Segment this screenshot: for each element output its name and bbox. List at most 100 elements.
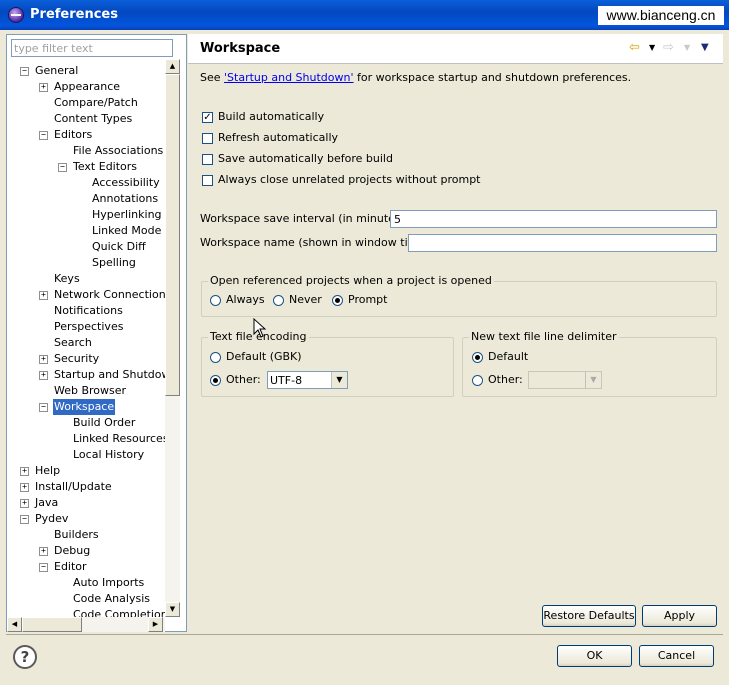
tree-item[interactable]: Builders <box>7 527 165 543</box>
open-referenced-option-label: Prompt <box>348 293 388 306</box>
tree-item[interactable]: Spelling <box>7 255 165 271</box>
expand-icon[interactable]: + <box>39 371 48 380</box>
encoding-combo[interactable]: UTF-8 ▼ <box>267 371 348 389</box>
tree-item[interactable]: − Pydev <box>7 511 165 527</box>
chevron-down-icon[interactable]: ▼ <box>585 372 601 388</box>
option-checkbox[interactable] <box>202 154 213 165</box>
ok-button[interactable]: OK <box>557 645 632 667</box>
tree-item[interactable]: + Security <box>7 351 165 367</box>
encoding-default-radio[interactable] <box>210 352 221 363</box>
save-interval-input[interactable] <box>390 210 717 228</box>
tree-item[interactable]: Build Order <box>7 415 165 431</box>
open-referenced-group: Open referenced projects when a project … <box>201 274 717 317</box>
tree-item[interactable]: − Workspace <box>7 399 165 415</box>
expand-icon[interactable]: + <box>39 291 48 300</box>
expand-icon[interactable]: + <box>39 355 48 364</box>
tree-item[interactable]: + Appearance <box>7 79 165 95</box>
eclipse-app-icon <box>8 7 24 23</box>
tree-item[interactable]: Content Types <box>7 111 165 127</box>
tree-item[interactable]: − Text Editors <box>7 159 165 175</box>
option-checkbox-label: Refresh automatically <box>218 131 339 144</box>
tree-item[interactable]: Auto Imports <box>7 575 165 591</box>
scroll-up-button[interactable]: ▲ <box>165 59 180 74</box>
tree-item[interactable]: Notifications <box>7 303 165 319</box>
expand-icon[interactable]: + <box>39 83 48 92</box>
tree-item[interactable]: Annotations <box>7 191 165 207</box>
tree-item[interactable]: File Associations <box>7 143 165 159</box>
help-icon[interactable]: ? <box>13 645 37 669</box>
tree-item[interactable]: Search <box>7 335 165 351</box>
filter-input[interactable] <box>11 39 173 57</box>
tree-item[interactable]: Quick Diff <box>7 239 165 255</box>
tree-item[interactable]: − Editors <box>7 127 165 143</box>
cancel-button[interactable]: Cancel <box>639 645 714 667</box>
tree-item[interactable]: Compare/Patch <box>7 95 165 111</box>
scroll-thumb[interactable] <box>165 74 180 396</box>
tree-item[interactable]: + Install/Update <box>7 479 165 495</box>
option-checkbox[interactable] <box>202 133 213 144</box>
delimiter-other-radio[interactable] <box>472 375 483 386</box>
startup-shutdown-link[interactable]: 'Startup and Shutdown' <box>224 71 353 84</box>
chevron-down-icon[interactable]: ▼ <box>331 372 347 388</box>
open-referenced-option-label: Always <box>226 293 265 306</box>
scroll-down-button[interactable]: ▼ <box>165 602 180 617</box>
tree-item-label: Build Order <box>73 416 136 429</box>
tree-item[interactable]: Perspectives <box>7 319 165 335</box>
tree-item[interactable]: − General <box>7 63 165 79</box>
tree-item[interactable]: Code Analysis <box>7 591 165 607</box>
open-referenced-radio[interactable] <box>210 295 221 306</box>
delimiter-combo[interactable]: ▼ <box>528 371 602 389</box>
collapse-icon[interactable]: − <box>39 403 48 412</box>
encoding-combo-value: UTF-8 <box>270 374 303 387</box>
tree-item[interactable]: Accessibility <box>7 175 165 191</box>
tree-item[interactable]: Linked Resources <box>7 431 165 447</box>
collapse-icon[interactable]: − <box>20 515 29 524</box>
tree-item[interactable]: + Network Connections <box>7 287 165 303</box>
tree-item-label: Install/Update <box>35 480 112 493</box>
open-referenced-radio[interactable] <box>332 295 343 306</box>
collapse-icon[interactable]: − <box>39 131 48 140</box>
open-referenced-radio[interactable] <box>273 295 284 306</box>
title-bar: Preferences www.bianceng.cn <box>0 0 729 30</box>
tree-item[interactable]: + Java <box>7 495 165 511</box>
open-referenced-label: Open referenced projects when a project … <box>208 274 494 287</box>
tree-item-label: Spelling <box>92 256 136 269</box>
option-checkbox[interactable] <box>202 175 213 186</box>
tree-item[interactable]: Code Completion <box>7 607 165 617</box>
expand-icon[interactable]: + <box>20 499 29 508</box>
workspace-name-input[interactable] <box>408 234 717 252</box>
back-arrow-icon[interactable]: ⇦ <box>629 40 640 56</box>
scroll-right-button[interactable]: ▶ <box>148 617 163 632</box>
tree-horizontal-scrollbar[interactable]: ◀ ▶ <box>7 617 165 632</box>
collapse-icon[interactable]: − <box>58 163 67 172</box>
forward-arrow-icon[interactable]: ⇨ <box>663 40 674 56</box>
tree-item-label: Security <box>54 352 100 365</box>
scroll-left-button[interactable]: ◀ <box>7 617 22 632</box>
tree-item[interactable]: + Startup and Shutdown <box>7 367 165 383</box>
expand-icon[interactable]: + <box>20 483 29 492</box>
tree-item[interactable]: + Help <box>7 463 165 479</box>
tree-item[interactable]: Keys <box>7 271 165 287</box>
tree-item[interactable]: − Editor <box>7 559 165 575</box>
collapse-icon[interactable]: − <box>20 67 29 76</box>
footer-separator <box>6 634 723 635</box>
back-history-dropdown-icon[interactable]: ▼ <box>649 40 655 56</box>
tree-vertical-scrollbar[interactable]: ▲ ▼ <box>165 59 180 617</box>
option-checkbox[interactable]: ✓ <box>202 112 213 123</box>
collapse-icon[interactable]: − <box>39 563 48 572</box>
view-menu-icon[interactable]: ▼ <box>701 40 709 56</box>
forward-history-dropdown-icon[interactable]: ▼ <box>684 40 690 56</box>
tree-item[interactable]: Linked Mode <box>7 223 165 239</box>
tree-item[interactable]: Local History <box>7 447 165 463</box>
hscroll-thumb[interactable] <box>22 617 82 632</box>
apply-button[interactable]: Apply <box>642 605 717 627</box>
tree-item[interactable]: Hyperlinking <box>7 207 165 223</box>
open-referenced-option-label: Never <box>289 293 322 306</box>
encoding-other-radio[interactable] <box>210 375 221 386</box>
delimiter-default-radio[interactable] <box>472 352 483 363</box>
expand-icon[interactable]: + <box>20 467 29 476</box>
tree-item[interactable]: + Debug <box>7 543 165 559</box>
restore-defaults-button[interactable]: Restore Defaults <box>542 605 636 627</box>
tree-item[interactable]: Web Browser <box>7 383 165 399</box>
expand-icon[interactable]: + <box>39 547 48 556</box>
